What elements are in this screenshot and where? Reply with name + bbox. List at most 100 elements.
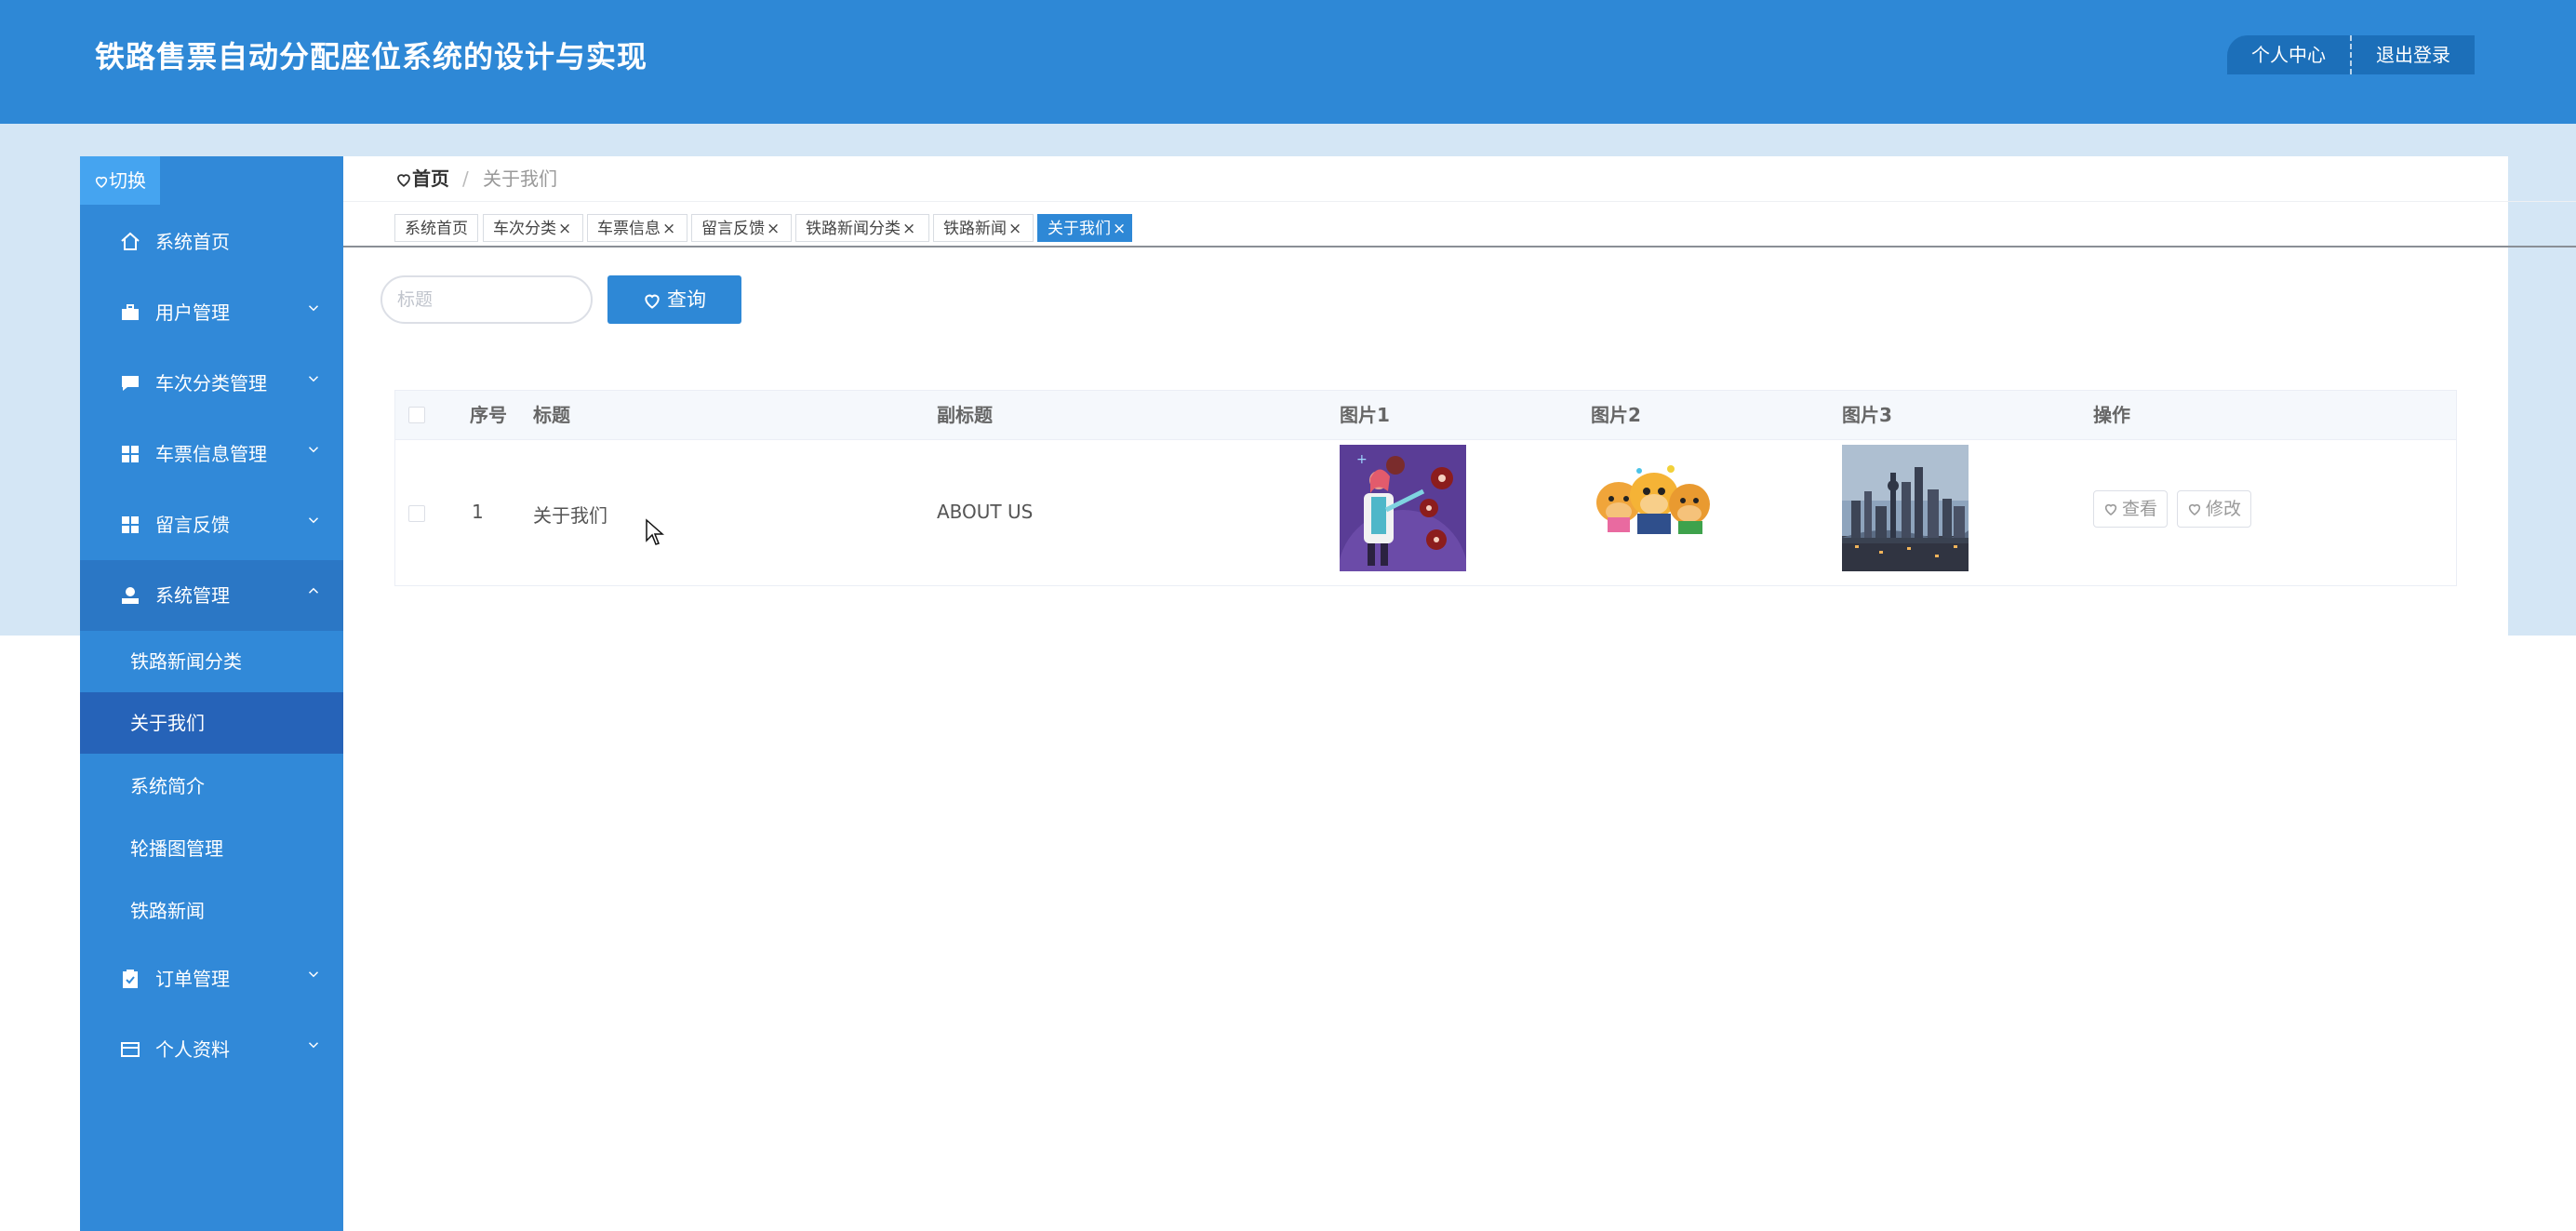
close-icon[interactable]: ×	[558, 220, 571, 238]
header-actions: 个人中心 退出登录	[2227, 35, 2475, 74]
cell-title: 关于我们	[533, 504, 607, 527]
logout-button[interactable]: 退出登录	[2352, 35, 2475, 74]
edit-button[interactable]: 修改	[2177, 490, 2252, 528]
sidebar-item-label: 个人资料	[155, 1038, 230, 1061]
close-icon[interactable]: ×	[902, 220, 915, 238]
heart-icon	[2104, 503, 2117, 515]
sidebar-item-label: 系统管理	[155, 584, 230, 607]
chevron-down-icon	[308, 971, 319, 978]
chevron-down-icon	[308, 517, 319, 524]
title-search-input[interactable]	[380, 275, 593, 324]
tab-railway-news[interactable]: 铁路新闻 ×	[933, 214, 1034, 242]
tab-about-us[interactable]: 关于我们 ×	[1037, 214, 1132, 242]
close-icon[interactable]: ×	[1008, 220, 1021, 238]
grid-icon	[122, 516, 139, 533]
briefcase-icon	[122, 304, 139, 320]
chat-icon	[122, 376, 139, 391]
tab-railway-news-category[interactable]: 铁路新闻分类 ×	[795, 214, 929, 242]
cell-index: 1	[472, 501, 484, 523]
sidebar-item-label: 用户管理	[155, 301, 230, 324]
image1-thumbnail[interactable]: +	[1340, 445, 1466, 571]
column-header-image1: 图片1	[1340, 404, 1390, 426]
close-icon[interactable]: ×	[767, 220, 780, 238]
table-header: 序号 标题 副标题 图片1 图片2 图片3 操作	[395, 391, 2456, 440]
view-button[interactable]: 查看	[2093, 490, 2169, 528]
sidebar-item-orders[interactable]: 订单管理	[80, 943, 343, 1014]
chevron-down-icon	[308, 305, 319, 312]
edit-button-label: 修改	[2206, 499, 2242, 519]
sidebar-subitem-system-intro[interactable]: 系统简介	[80, 756, 343, 817]
select-all-checkbox[interactable]	[408, 407, 425, 423]
tab-ticket-info[interactable]: 车票信息 ×	[587, 214, 687, 242]
tab-label: 留言反馈	[701, 220, 765, 238]
column-header-image3: 图片3	[1842, 404, 1892, 426]
query-button-label: 查询	[667, 288, 706, 311]
heart-icon	[2188, 503, 2201, 515]
sidebar-toggle-button[interactable]: 切换	[80, 156, 160, 205]
mouse-cursor-icon	[646, 518, 664, 545]
sidebar-subitem-about-us[interactable]: 关于我们	[80, 692, 343, 754]
sidebar-subitem-railway-news-category[interactable]: 铁路新闻分类	[80, 631, 343, 692]
column-header-title: 标题	[533, 404, 570, 426]
tab-system-home[interactable]: 系统首页	[394, 214, 478, 242]
tab-label: 系统首页	[405, 220, 468, 238]
sidebar-item-system[interactable]: 系统管理	[80, 560, 343, 631]
column-header-image2: 图片2	[1591, 404, 1641, 426]
view-button-label: 查看	[2122, 499, 2158, 519]
sidebar-item-home[interactable]: 系统首页	[80, 207, 343, 277]
user-icon	[122, 587, 139, 604]
clipboard-icon	[123, 970, 138, 988]
row-checkbox[interactable]	[408, 505, 425, 522]
query-button[interactable]: 查询	[607, 275, 741, 324]
sidebar-item-label: 车票信息管理	[155, 443, 267, 465]
tabs-bar: 系统首页 车次分类 × 车票信息 × 留言反馈 × 铁路新闻分类 × 铁路新闻 × 关于我…	[343, 212, 2576, 248]
app-title: 铁路售票自动分配座位系统的设计与实现	[95, 39, 648, 74]
tab-label: 车次分类	[493, 220, 556, 238]
sidebar-item-users[interactable]: 用户管理	[80, 277, 343, 348]
data-table: 序号 标题 副标题 图片1 图片2 图片3 操作 1 关于我们 ABOUT US	[394, 390, 2457, 586]
sidebar-item-label: 车次分类管理	[155, 372, 267, 395]
main-content: 首页 / 关于我们 系统首页 车次分类 × 车票信息 × 留言反馈 × 铁路新闻分类 ×…	[343, 156, 2576, 1231]
tab-label: 铁路新闻分类	[806, 220, 901, 238]
chevron-down-icon	[308, 1042, 319, 1049]
image3-thumbnail[interactable]	[1842, 445, 1969, 571]
sidebar-subitem-railway-news[interactable]: 铁路新闻	[80, 880, 343, 942]
grid-icon	[122, 446, 139, 462]
sidebar-item-label: 留言反馈	[155, 514, 230, 536]
chevron-up-icon	[308, 587, 319, 594]
sidebar-item-feedback[interactable]: 留言反馈	[80, 489, 343, 560]
breadcrumb-home[interactable]: 首页	[395, 156, 449, 201]
close-icon[interactable]: ×	[1113, 220, 1126, 238]
column-header-index: 序号	[470, 404, 507, 426]
svg-text:+: +	[1356, 452, 1368, 467]
breadcrumb: 首页 / 关于我们	[343, 156, 2576, 202]
home-icon	[121, 232, 140, 250]
column-header-actions: 操作	[2093, 404, 2130, 426]
heart-icon	[645, 294, 660, 309]
breadcrumb-current: 关于我们	[483, 167, 557, 190]
sidebar-item-label: 系统首页	[155, 231, 230, 253]
close-icon[interactable]: ×	[662, 220, 675, 238]
chevron-down-icon	[308, 447, 319, 453]
tab-train-category[interactable]: 车次分类 ×	[483, 214, 583, 242]
heart-icon	[95, 176, 108, 188]
tab-label: 车票信息	[597, 220, 661, 238]
heart-icon	[397, 174, 410, 187]
table-row: 1 关于我们 ABOUT US + 查看 修改	[395, 439, 2456, 586]
cell-subtitle: ABOUT US	[937, 501, 1034, 523]
card-icon	[121, 1042, 140, 1057]
image2-thumbnail[interactable]	[1591, 445, 1717, 571]
profile-center-button[interactable]: 个人中心	[2227, 35, 2352, 74]
sidebar-item-ticket-info[interactable]: 车票信息管理	[80, 419, 343, 489]
sidebar: 切换 系统首页 用户管理 车次分类管理 车票信息管理 留言反馈 系统管理 铁路新…	[80, 156, 343, 1231]
tab-label: 关于我们	[1048, 220, 1111, 238]
tab-feedback[interactable]: 留言反馈 ×	[691, 214, 792, 242]
sidebar-item-profile[interactable]: 个人资料	[80, 1014, 343, 1085]
sidebar-item-train-category[interactable]: 车次分类管理	[80, 348, 343, 419]
chevron-down-icon	[308, 376, 319, 382]
sidebar-subitem-carousel[interactable]: 轮播图管理	[80, 818, 343, 879]
sidebar-toggle-label: 切换	[109, 169, 146, 192]
breadcrumb-separator: /	[462, 167, 469, 190]
tab-label: 铁路新闻	[943, 220, 1007, 238]
top-header: 铁路售票自动分配座位系统的设计与实现 个人中心 退出登录	[0, 0, 2576, 124]
